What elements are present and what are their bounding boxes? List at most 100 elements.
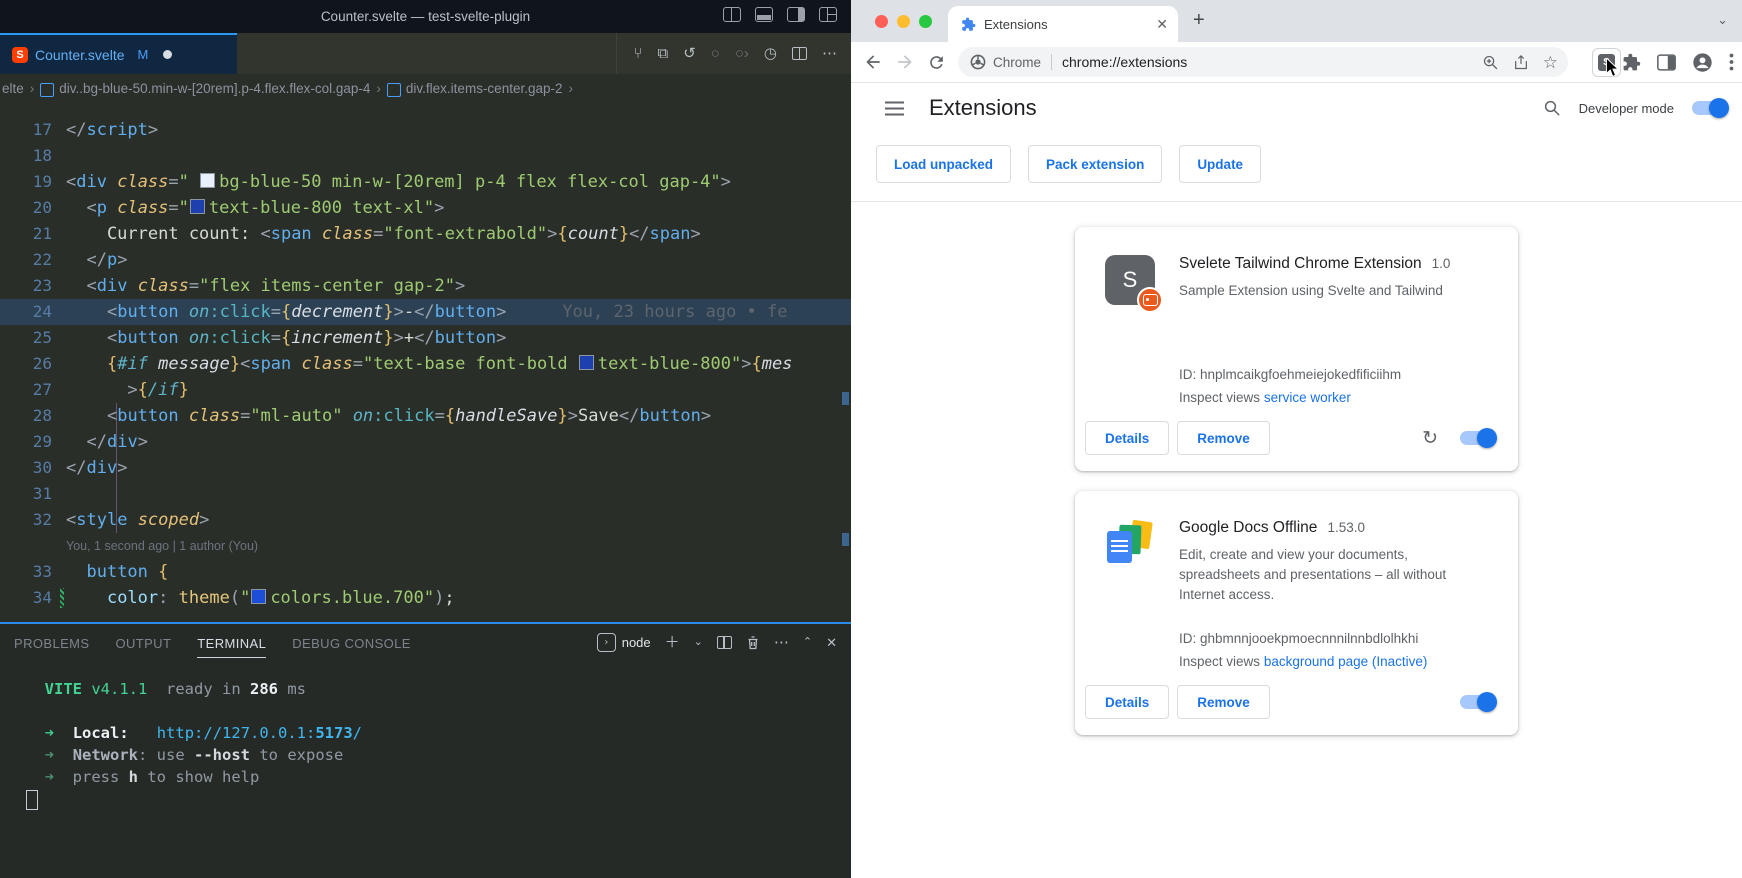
breadcrumb-segment[interactable]: elte (2, 81, 24, 96)
color-swatch (251, 589, 266, 604)
developer-mode-toggle[interactable] (1692, 101, 1726, 115)
line-number: 29 (0, 429, 66, 455)
forward-button[interactable] (895, 52, 915, 72)
breadcrumb-separator-icon: › (569, 81, 574, 96)
line-number: 22 (0, 247, 66, 273)
close-tab-icon[interactable]: ✕ (1156, 16, 1168, 33)
line-number: 23 (0, 273, 66, 299)
code-line: 18 (0, 143, 851, 169)
bookmark-star-icon[interactable]: ☆ (1543, 54, 1558, 71)
pack-extension-button[interactable]: Pack extension (1028, 145, 1162, 183)
previous-change-icon[interactable]: ↺ (683, 46, 696, 61)
minimize-window-button[interactable] (897, 15, 910, 28)
toggle-panel-icon[interactable] (755, 7, 773, 22)
toggle-secondary-sidebar-icon[interactable] (787, 7, 805, 22)
terminal-dropdown-icon[interactable]: ⌄ (694, 637, 703, 648)
maximize-panel-icon[interactable]: ⌃ (803, 637, 812, 648)
timeline-run-icon[interactable]: ◷ (764, 46, 777, 61)
code-line: 19<div class=" bg-blue-50 min-w-[20rem] … (0, 169, 851, 195)
zoom-window-button[interactable] (919, 15, 932, 28)
toggle-primary-sidebar-icon[interactable] (723, 7, 741, 22)
terminal-line: VITE v4.1.1 ready in 286 ms (26, 678, 851, 700)
code-line: 28 <button class="ml-auto" on:click={han… (0, 403, 851, 429)
terminal-cursor (26, 790, 38, 810)
browser-menu-kebab-icon[interactable] (1729, 53, 1734, 71)
window-title: Counter.svelte — test-svelte-plugin (321, 9, 530, 24)
reload-button[interactable] (927, 53, 946, 72)
search-icon[interactable] (1543, 99, 1561, 117)
terminal-line (26, 700, 851, 722)
terminal-line: ➜ press h to show help (26, 766, 851, 788)
terminal[interactable]: VITE v4.1.1 ready in 286 ms ➜ Local: htt… (0, 660, 851, 810)
editor-tab-counter-svelte[interactable]: S Counter.svelte M (0, 33, 237, 74)
zoom-in-icon[interactable] (1482, 54, 1499, 71)
close-window-button[interactable] (875, 15, 888, 28)
kill-terminal-icon[interactable] (746, 635, 760, 650)
panel-more-icon[interactable]: ⋯ (774, 635, 789, 650)
code-line: 27 >{/if} (0, 377, 851, 403)
remove-button[interactable]: Remove (1177, 685, 1270, 719)
change-marker-icon[interactable]: ○ (711, 46, 720, 61)
source-control-graph-icon[interactable]: ⑂ (633, 46, 642, 61)
code-editor[interactable]: 17</script>1819<div class=" bg-blue-50 m… (0, 103, 851, 622)
screen: Counter.svelte — test-svelte-plugin S Co… (0, 0, 1742, 878)
new-tab-button[interactable]: + (1193, 9, 1205, 32)
profile-avatar-icon[interactable] (1692, 52, 1713, 73)
details-button[interactable]: Details (1085, 421, 1169, 455)
code-line: 20 <p class="text-blue-800 text-xl"> (0, 195, 851, 221)
hamburger-menu-icon[interactable] (885, 101, 904, 116)
next-change-icon[interactable]: ○› (735, 46, 749, 61)
code-line: 24 <button on:click={decrement}>-</butto… (0, 299, 851, 325)
back-button[interactable] (863, 52, 883, 72)
remove-button[interactable]: Remove (1177, 421, 1270, 455)
overview-ruler-mark (842, 392, 849, 405)
line-number: 25 (0, 325, 66, 351)
more-actions-icon[interactable]: ⋯ (822, 46, 837, 61)
side-panel-icon[interactable] (1657, 54, 1676, 71)
terminal-shell-label[interactable]: node (622, 635, 651, 650)
tab-search-chevron-icon[interactable]: ⌄ (1717, 12, 1728, 28)
reload-extension-icon[interactable]: ↻ (1422, 429, 1438, 448)
breadcrumb-segment[interactable]: div..bg-blue-50.min-w-[20rem].p-4.flex.f… (59, 81, 370, 96)
terminal-lines: VITE v4.1.1 ready in 286 ms ➜ Local: htt… (26, 678, 851, 810)
extensions-puzzle-icon[interactable] (1622, 53, 1641, 72)
tab-title: Extensions (984, 17, 1148, 32)
extension-enabled-toggle[interactable] (1460, 695, 1494, 709)
extension-description: Edit, create and view your documents, sp… (1179, 545, 1491, 605)
customize-layout-icon[interactable] (819, 7, 837, 22)
extension-id: ID: ghbmnnjooekpmoecnnnilnnbdlolhkhi (1179, 631, 1494, 646)
color-swatch (200, 173, 215, 188)
update-button[interactable]: Update (1179, 145, 1261, 183)
codelens-text: You, 1 second ago | 1 author (You) (66, 533, 851, 559)
address-bar[interactable]: Chrome chrome://extensions ☆ (958, 47, 1568, 77)
browser-tab-extensions[interactable]: Extensions ✕ (948, 6, 1178, 42)
url-text[interactable]: chrome://extensions (1062, 54, 1482, 70)
load-unpacked-button[interactable]: Load unpacked (876, 145, 1011, 183)
extension-enabled-toggle[interactable] (1460, 431, 1494, 445)
line-number: 26 (0, 351, 66, 377)
close-panel-icon[interactable]: ✕ (826, 636, 837, 649)
background-page-link[interactable]: background page (Inactive) (1264, 654, 1428, 669)
vscode-titlebar[interactable]: Counter.svelte — test-svelte-plugin (0, 0, 851, 33)
open-preview-icon[interactable]: ⧉ (657, 46, 668, 61)
code-line: 26 {#if message}<span class="text-base f… (0, 351, 851, 377)
share-icon[interactable] (1513, 54, 1529, 71)
details-button[interactable]: Details (1085, 685, 1169, 719)
service-worker-link[interactable]: service worker (1264, 390, 1351, 405)
breadcrumb[interactable]: elte › div..bg-blue-50.min-w-[20rem].p-4.f… (0, 74, 851, 103)
line-number: 24 (0, 299, 66, 325)
panel-tab-output[interactable]: OUTPUT (115, 627, 171, 658)
split-editor-icon[interactable] (792, 47, 807, 60)
extensions-favicon (961, 17, 976, 32)
split-terminal-icon[interactable] (717, 636, 732, 649)
new-terminal-icon[interactable]: ＋ (665, 635, 680, 650)
terminal-line (26, 788, 851, 810)
panel-tab-terminal[interactable]: TERMINAL (197, 627, 266, 658)
panel-tab-debug-console[interactable]: DEBUG CONSOLE (292, 627, 411, 658)
breadcrumb-separator-icon: › (30, 81, 35, 96)
line-number: 30 (0, 455, 66, 481)
panel-tab-problems[interactable]: PROBLEMS (14, 627, 89, 658)
site-label: Chrome (993, 55, 1041, 70)
line-number: 34 (0, 585, 66, 611)
breadcrumb-segment[interactable]: div.flex.items-center.gap-2 (406, 81, 563, 96)
